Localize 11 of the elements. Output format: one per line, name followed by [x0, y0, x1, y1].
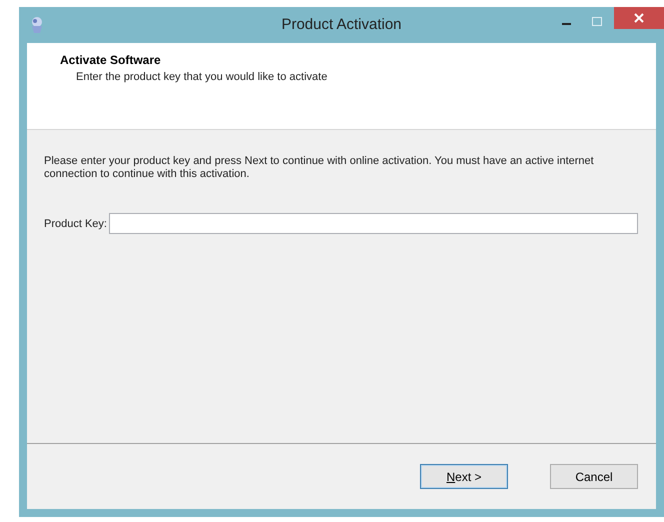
close-icon: [634, 13, 644, 23]
close-button[interactable]: [614, 7, 664, 29]
dialog-button[interactable]: Cancel: [550, 464, 638, 489]
instructions-text: Please enter your product key and press Next to continue with online activation. You must have an active internet connection to continue with this activation.: [44, 155, 595, 181]
dialog-button[interactable]: Next >: [420, 464, 508, 489]
header-subtitle: Enter the product key that you would like to activate: [76, 71, 328, 83]
window-title: Product Activation: [280, 16, 403, 33]
header-title: Activate Software: [60, 53, 162, 67]
product-key-field[interactable]: [109, 213, 638, 234]
product-key-label: Product Key:: [44, 218, 107, 230]
app-icon: [29, 16, 45, 34]
